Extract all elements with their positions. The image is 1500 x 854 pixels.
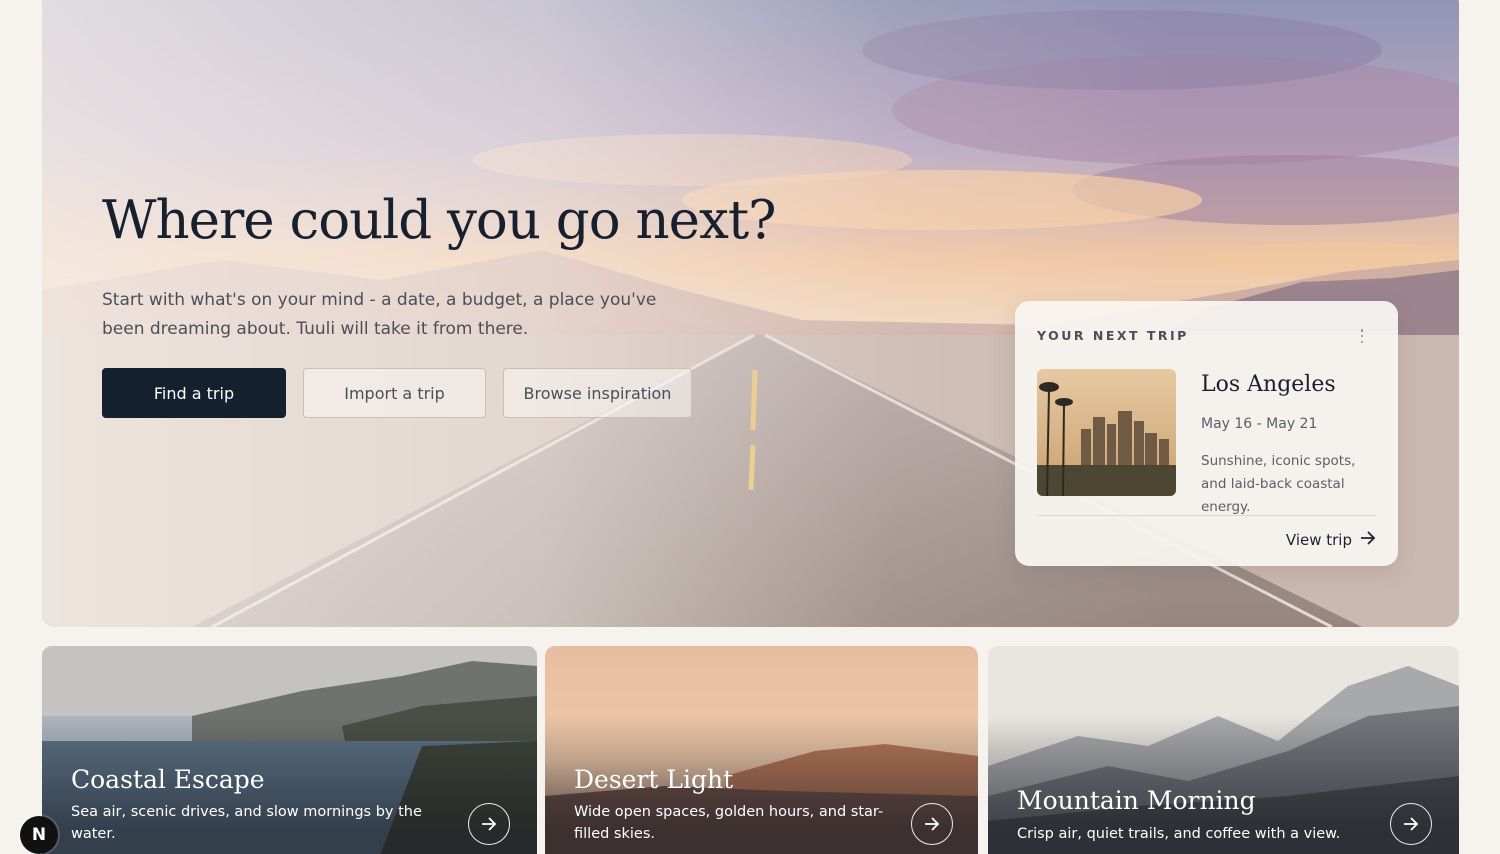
more-vertical-icon[interactable] bbox=[1356, 327, 1368, 345]
los-angeles-photo bbox=[1037, 369, 1176, 496]
card-title: Desert Light bbox=[574, 765, 734, 794]
trip-description: Sunshine, iconic spots, and laid-back co… bbox=[1201, 453, 1356, 515]
hero-title: Where could you go next? bbox=[102, 190, 777, 251]
arrow-right-icon bbox=[1360, 531, 1376, 549]
card-description: Crisp air, quiet trails, and coffee with… bbox=[1017, 826, 1341, 842]
view-trip-label: View trip bbox=[1285, 531, 1352, 549]
hero-subtitle: Start with what's on your mind - a date,… bbox=[102, 290, 657, 339]
arrow-right-icon[interactable] bbox=[911, 803, 953, 845]
arrow-right-icon[interactable] bbox=[1390, 803, 1432, 845]
find-trip-button[interactable]: Find a trip bbox=[102, 368, 286, 418]
view-trip-link[interactable]: View trip bbox=[1286, 529, 1376, 551]
collection-card-desert-light[interactable]: Desert Light Wide open spaces, golden ho… bbox=[545, 646, 978, 854]
card-title: Coastal Escape bbox=[71, 765, 265, 794]
n-badge[interactable]: N bbox=[20, 816, 58, 854]
trip-dates: May 16 - May 21 bbox=[1201, 416, 1318, 432]
import-trip-button[interactable]: Import a trip bbox=[303, 368, 486, 418]
collection-card-coastal-escape[interactable]: Coastal Escape Sea air, scenic drives, a… bbox=[42, 646, 537, 854]
next-trip-eyebrow: YOUR NEXT TRIP bbox=[1037, 328, 1189, 343]
card-title: Mountain Morning bbox=[1017, 786, 1256, 815]
trip-city: Los Angeles bbox=[1201, 372, 1336, 397]
next-trip-card: YOUR NEXT TRIP Los Angeles May 16 - May … bbox=[1015, 301, 1398, 566]
collection-card-mountain-morning[interactable]: Mountain Morning Crisp air, quiet trails… bbox=[988, 646, 1459, 854]
arrow-right-icon[interactable] bbox=[468, 803, 510, 845]
card-description: Sea air, scenic drives, and slow morning… bbox=[71, 804, 422, 842]
browse-inspiration-button[interactable]: Browse inspiration bbox=[503, 368, 692, 418]
divider bbox=[1037, 515, 1376, 516]
card-description: Wide open spaces, golden hours, and star… bbox=[574, 804, 884, 842]
